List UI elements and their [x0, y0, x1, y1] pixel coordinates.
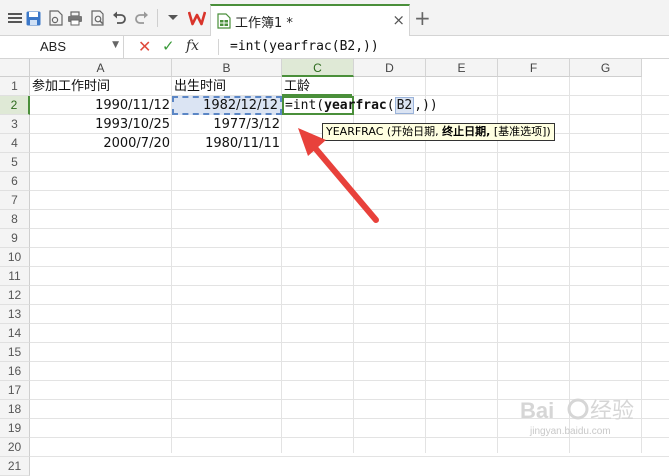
grid-row-line [30, 456, 669, 457]
cancel-formula-icon[interactable]: ✕ [138, 37, 151, 56]
column-header-g[interactable]: G [570, 59, 642, 77]
column-header-a[interactable]: A [30, 59, 172, 77]
cell-C2-active[interactable]: =int(yearfrac(B2,)) [282, 96, 438, 115]
toolbar: 工作簿1 * × + [0, 0, 669, 36]
confirm-formula-icon[interactable]: ✓ [162, 37, 175, 55]
close-tab-icon[interactable]: × [392, 12, 405, 28]
row-header-10[interactable]: 10 [0, 248, 30, 267]
cell-A1[interactable]: 参加工作时间 [30, 77, 172, 96]
row-header-19[interactable]: 19 [0, 419, 30, 438]
row-header-14[interactable]: 14 [0, 324, 30, 343]
row-header-6[interactable]: 6 [0, 172, 30, 191]
cell-B2[interactable]: 1982/12/12 [172, 96, 282, 115]
row-header-1[interactable]: 1 [0, 77, 30, 96]
print-icon[interactable] [66, 9, 84, 27]
row-header-21[interactable]: 21 [0, 457, 30, 476]
formula-reference: B2 [394, 97, 415, 114]
select-all-corner[interactable] [0, 59, 30, 77]
column-header-e[interactable]: E [426, 59, 498, 77]
baidu-watermark-logo: Bai 经验 [520, 398, 634, 424]
column-header-f[interactable]: F [498, 59, 570, 77]
row-header-3[interactable]: 3 [0, 115, 30, 134]
tooltip-args-rest: [基准选项]) [490, 125, 551, 138]
row-header-4[interactable]: 4 [0, 134, 30, 153]
row-header-7[interactable]: 7 [0, 191, 30, 210]
cell-A2[interactable]: 1990/11/12 [30, 96, 172, 115]
export-pdf-icon[interactable] [46, 9, 64, 27]
svg-text:Bai: Bai [520, 398, 554, 423]
grid-row-line [30, 209, 669, 210]
redo-icon[interactable] [132, 9, 150, 27]
row-header-11[interactable]: 11 [0, 267, 30, 286]
chevron-down-icon[interactable]: ▼ [112, 40, 119, 50]
app-menu-icon[interactable] [6, 9, 24, 27]
row-header-13[interactable]: 13 [0, 305, 30, 324]
row-header-8[interactable]: 8 [0, 210, 30, 229]
cell-A3[interactable]: 1993/10/25 [30, 115, 172, 134]
row-header-12[interactable]: 12 [0, 286, 30, 305]
tooltip-args-open: (开始日期, [383, 125, 443, 138]
row-header-2[interactable]: 2 [0, 96, 30, 115]
svg-text:经验: 经验 [590, 399, 634, 424]
print-preview-icon[interactable] [88, 9, 106, 27]
formula-open-paren: ( [386, 98, 395, 113]
spreadsheet-file-icon [217, 13, 231, 29]
grid-row-line [30, 380, 669, 381]
tooltip-function-name: YEARFRAC [326, 125, 384, 138]
tooltip-current-arg: 终止日期, [442, 125, 491, 138]
grid-row-line [30, 228, 669, 229]
formula-function: yearfrac [324, 98, 387, 113]
row-header-17[interactable]: 17 [0, 381, 30, 400]
column-header-c[interactable]: C [282, 59, 354, 77]
wps-logo-icon[interactable] [187, 9, 207, 27]
grid-row-line [30, 361, 669, 362]
name-box[interactable]: ABS ▼ [0, 36, 124, 58]
function-tooltip: YEARFRAC (开始日期, 终止日期, [基准选项]) [322, 123, 555, 141]
tab-title: 工作簿1 * [235, 16, 293, 31]
name-box-value: ABS [40, 39, 67, 54]
formula-suffix: ,)) [414, 98, 438, 113]
row-header-20[interactable]: 20 [0, 438, 30, 457]
cell-C1[interactable]: 工龄 [282, 77, 352, 96]
formula-input[interactable]: =int(yearfrac(B2,)) [230, 39, 379, 54]
formula-prefix: =int( [285, 98, 325, 113]
watermark-url: jingyan.baidu.com [530, 426, 611, 437]
grid-row-line [30, 323, 669, 324]
grid-row-line [30, 190, 669, 191]
cell-B3[interactable]: 1977/3/12 [172, 115, 282, 134]
more-icon[interactable] [164, 9, 182, 27]
cell-A4[interactable]: 2000/7/20 [30, 134, 172, 153]
column-header-d[interactable]: D [354, 59, 426, 77]
cell-B4[interactable]: 1980/11/11 [172, 134, 282, 153]
column-header-b[interactable]: B [172, 59, 282, 77]
row-header-9[interactable]: 9 [0, 229, 30, 248]
row-header-5[interactable]: 5 [0, 153, 30, 172]
grid-row-line [30, 304, 669, 305]
grid-row-line [30, 266, 669, 267]
grid-row-line [30, 171, 669, 172]
formula-divider [218, 39, 219, 55]
insert-function-icon[interactable]: fx [186, 38, 199, 54]
row-header-16[interactable]: 16 [0, 362, 30, 381]
grid-row-line [30, 342, 669, 343]
row-header-18[interactable]: 18 [0, 400, 30, 419]
undo-icon[interactable] [110, 9, 128, 27]
tab-workbook1[interactable]: 工作簿1 * × [210, 4, 410, 36]
toolbar-divider [157, 9, 158, 27]
grid-row-line [30, 285, 669, 286]
formula-bar: ABS ▼ ✕ ✓ fx =int(yearfrac(B2,)) [0, 36, 669, 59]
new-tab-icon[interactable]: + [414, 8, 431, 28]
grid-row-line [30, 247, 669, 248]
row-header-15[interactable]: 15 [0, 343, 30, 362]
cell-B1[interactable]: 出生时间 [172, 77, 282, 96]
save-icon[interactable] [24, 9, 42, 27]
